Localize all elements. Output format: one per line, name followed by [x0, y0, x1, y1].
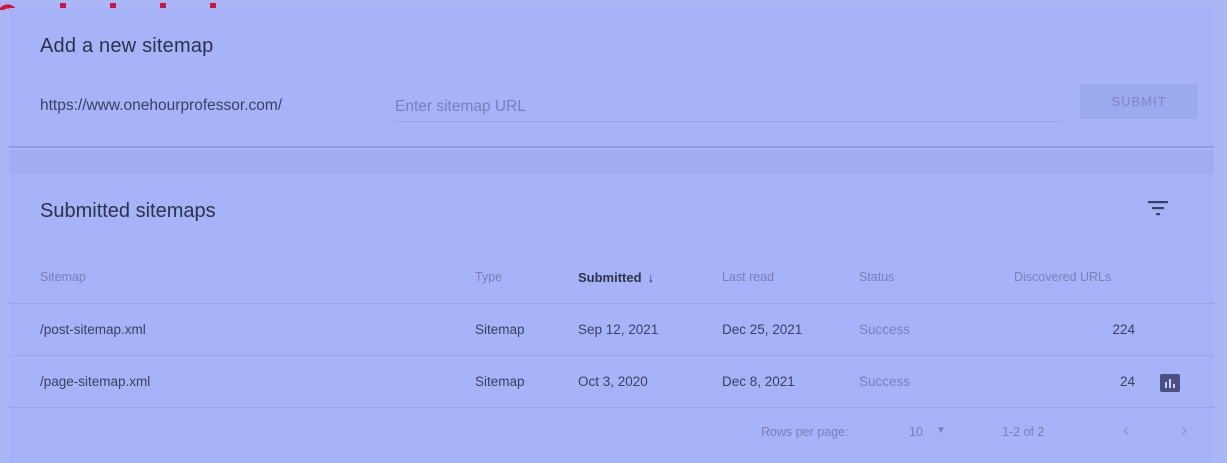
cell-sitemap: /page-sitemap.xml [40, 374, 151, 389]
cell-status: Success [859, 322, 911, 337]
sitemap-url-row: https://www.onehourprofessor.com/ [40, 92, 1060, 122]
bar-chart-icon[interactable] [1160, 374, 1180, 392]
pagination-bar: Rows per page: 10 ▼ 1-2 of 2 ‹ › [9, 406, 1214, 458]
section-divider [9, 150, 1214, 174]
cell-submitted: Oct 3, 2020 [578, 374, 648, 389]
table-row[interactable]: /post-sitemap.xml Sitemap Sep 12, 2021 D… [9, 304, 1214, 356]
rows-per-page-label: Rows per page: [761, 425, 849, 439]
column-header-sitemap[interactable]: Sitemap [40, 270, 86, 284]
url-prefix: https://www.onehourprofessor.com/ [40, 97, 283, 114]
table-row[interactable]: /page-sitemap.xml Sitemap Oct 3, 2020 De… [9, 356, 1214, 408]
submit-button[interactable]: SUBMIT [1080, 84, 1198, 119]
sitemap-url-input[interactable] [395, 92, 1060, 122]
previous-page-icon[interactable]: ‹ [1123, 420, 1129, 441]
column-header-discovered-urls[interactable]: Discovered URLs [1014, 270, 1111, 284]
cell-status: Success [859, 374, 911, 389]
pagination-range: 1-2 of 2 [1002, 425, 1045, 439]
cell-discovered-urls: 24 [1119, 374, 1135, 389]
add-sitemap-card: Add a new sitemap https://www.onehourpro… [9, 8, 1214, 148]
cell-type: Sitemap [475, 374, 525, 389]
add-sitemap-title: Add a new sitemap [40, 35, 214, 57]
next-page-icon[interactable]: › [1181, 420, 1187, 441]
cell-last-read: Dec 25, 2021 [722, 322, 803, 337]
submitted-sitemaps-card: Submitted sitemaps Sitemap Type Submitte… [9, 174, 1214, 463]
cell-sitemap: /post-sitemap.xml [40, 322, 146, 337]
column-header-type[interactable]: Type [475, 270, 502, 284]
cell-discovered-urls: 224 [1112, 322, 1135, 337]
column-header-status[interactable]: Status [859, 270, 894, 284]
cell-submitted: Sep 12, 2021 [578, 322, 659, 337]
column-header-submitted-label: Submitted [578, 270, 642, 285]
dropdown-caret-icon[interactable]: ▼ [936, 425, 946, 436]
submitted-sitemaps-title: Submitted sitemaps [40, 200, 216, 222]
cell-last-read: Dec 8, 2021 [722, 374, 795, 389]
column-header-last-read[interactable]: Last read [722, 270, 774, 284]
column-header-submitted[interactable]: Submitted ↓ [578, 270, 654, 285]
table-header: Sitemap Type Submitted ↓ Last read Status… [9, 256, 1214, 304]
filter-list-icon[interactable] [1146, 200, 1170, 216]
cell-type: Sitemap [475, 322, 525, 337]
sort-descending-icon: ↓ [647, 270, 655, 285]
rows-per-page-select[interactable]: 10 [909, 425, 923, 439]
